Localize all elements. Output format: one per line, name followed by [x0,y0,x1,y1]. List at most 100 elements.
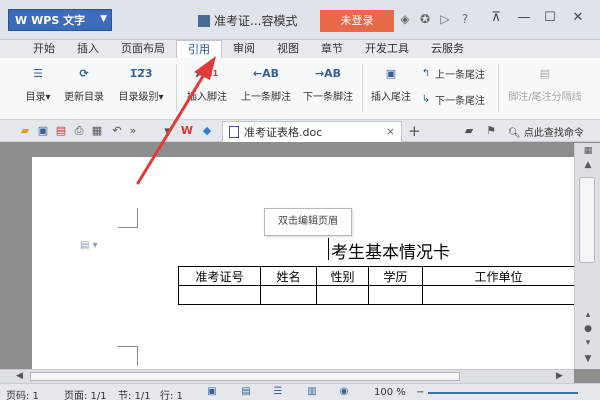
tab-insert[interactable]: 插入 [66,40,110,58]
ribbon-divider [362,64,363,112]
maximize-icon[interactable]: ☐ [540,10,560,25]
tab-references[interactable]: 引用 [176,39,222,59]
section-count[interactable]: 节: 1/1 [118,387,151,400]
zoom-out-icon[interactable]: − [416,387,424,398]
table-cell[interactable] [368,285,423,305]
share-icon[interactable]: ▷ [438,12,452,26]
edit-header-tooltip[interactable]: 双击编辑页眉 [264,208,352,236]
wps-logo-icon: W [15,13,28,27]
table-cell[interactable] [178,285,261,305]
new-tab-icon[interactable]: + [408,122,421,140]
next-footnote-icon: → AB [314,66,342,80]
scroll-up-icon[interactable]: ▲ [581,159,595,171]
scroll-down-icon[interactable]: ▼ [581,353,595,365]
table-cell[interactable] [422,285,575,305]
chevron-down-icon[interactable]: ▾ [160,124,174,138]
table-row: 准考证号 姓名 性别 学历 工作单位 [178,266,575,286]
separator-line-icon: ▤ [539,66,551,80]
open-folder-icon[interactable]: ▰ [18,124,32,138]
scroll-left-icon[interactable]: ◀ [16,371,23,381]
skin-icon[interactable]: ◈ [398,12,412,26]
minimize-icon[interactable]: — [514,10,534,25]
restore-ribbon-icon[interactable]: ⊼ [486,10,506,25]
next-page-icon[interactable]: ▾ [581,337,595,349]
document-heading[interactable]: 考生基本情况卡 [331,238,450,263]
prev-page-icon[interactable]: ▴ [581,309,595,321]
zoom-level[interactable]: 100 % [374,387,406,398]
flag-icon[interactable]: ⚑ [484,124,498,138]
toc-button[interactable]: ☰ 目录▾ [20,62,56,104]
update-toc-button[interactable]: ⟳ 更新目录 [60,62,108,104]
paragraph-icon[interactable]: ▤ ▾ [80,240,98,251]
login-button[interactable]: 未登录 [320,10,394,32]
close-tab-icon[interactable]: × [386,125,395,138]
settings-icon[interactable]: ✪ [418,12,432,26]
comment-icon[interactable]: ▰ [462,124,476,138]
app-name: WPS 文字 [31,14,86,27]
app-menu-button[interactable]: W WPS 文字 ▼ [8,9,112,31]
tab-cloud[interactable]: 云服务 [420,40,475,58]
tab-review[interactable]: 审阅 [222,40,266,58]
document-page[interactable] [32,157,574,369]
insert-endnote-button[interactable]: ▣ 插入尾注 [366,62,416,104]
separator-line-button[interactable]: ▤ 脚注/尾注分隔线 [502,62,588,104]
horizontal-scrollbar[interactable]: ◀ ▶ [0,369,574,383]
prev-footnote-button[interactable]: ← AB 上一条脚注 [236,62,296,104]
vertical-scrollbar[interactable]: ▦ ▲ ▴ ● ▾ ▼ [574,143,600,369]
page-view-icon[interactable]: ▤ [240,386,252,398]
insert-footnote-button[interactable]: AB 1 插入脚注 [180,62,234,104]
ruler-toggle-icon[interactable]: ▦ [581,145,595,157]
save-icon[interactable]: ▣ [36,124,50,138]
next-endnote-button[interactable]: ↳ 下一条尾注 [420,92,485,108]
table-header-cell[interactable]: 性别 [316,266,369,286]
prev-footnote-icon: ← AB [252,66,280,80]
page-number[interactable]: 页码: 1 [6,387,39,400]
table-header-cell[interactable]: 工作单位 [422,266,575,286]
margin-corner-mark [118,208,138,228]
line-number[interactable]: 行: 1 [160,387,183,400]
tab-view[interactable]: 视图 [266,40,310,58]
search-command[interactable]: 🔍︎ 点此查找命令 [508,124,584,139]
tab-page-layout[interactable]: 页面布局 [110,40,176,58]
toc-icon: ☰ [33,66,43,80]
close-window-icon[interactable]: ✕ [568,10,588,25]
toc-level-button[interactable]: 1̅2̅3 目录级别▾ [113,62,169,104]
web-view-icon[interactable]: ▥ [306,386,318,398]
export-pdf-icon[interactable]: ▤ [54,124,68,138]
table-cell[interactable] [260,285,317,305]
outline-view-icon[interactable]: ☰ [272,386,284,398]
full-screen-icon[interactable]: ▣ [206,386,218,398]
table-header-cell[interactable]: 准考证号 [178,266,261,286]
next-footnote-label: 下一条脚注 [303,92,353,103]
table-cell[interactable] [316,285,369,305]
document-canvas[interactable] [0,143,574,369]
tab-section[interactable]: 章节 [310,40,354,58]
reading-mode-icon[interactable]: ◉ [338,386,350,398]
help-icon[interactable]: ? [458,12,472,26]
prev-endnote-button[interactable]: ↰ 上一条尾注 [420,66,485,82]
toc-level-icon: 1̅2̅3 [129,66,153,80]
table-header-cell[interactable]: 学历 [368,266,423,286]
info-table[interactable]: 准考证号 姓名 性别 学历 工作单位 [178,266,575,305]
zoom-slider[interactable] [428,392,578,394]
horizontal-scroll-thumb[interactable] [30,372,460,381]
more-icon[interactable]: » [126,124,140,138]
print-preview-icon[interactable]: ▦ [90,124,104,138]
page-count[interactable]: 页面: 1/1 [64,387,107,400]
update-toc-icon: ⟳ [79,66,89,80]
next-footnote-button[interactable]: → AB 下一条脚注 [298,62,358,104]
wps-home-icon[interactable]: W [180,124,194,138]
undo-icon[interactable]: ↶ [110,124,124,138]
print-icon[interactable]: ⎙ [72,124,86,138]
table-header-cell[interactable]: 姓名 [260,266,317,286]
scroll-right-icon[interactable]: ▶ [556,371,563,381]
document-tab[interactable]: 准考证表格.doc × [222,121,402,142]
tab-developer[interactable]: 开发工具 [354,40,420,58]
scroll-thumb[interactable] [579,177,595,263]
next-endnote-icon: ↳ [421,93,431,105]
cube-icon[interactable]: ◆ [200,124,214,138]
chevron-down-icon: ▾ [158,92,164,103]
select-browse-icon[interactable]: ● [581,323,595,335]
tab-home[interactable]: 开始 [22,40,66,58]
next-endnote-label: 下一条尾注 [435,96,485,107]
